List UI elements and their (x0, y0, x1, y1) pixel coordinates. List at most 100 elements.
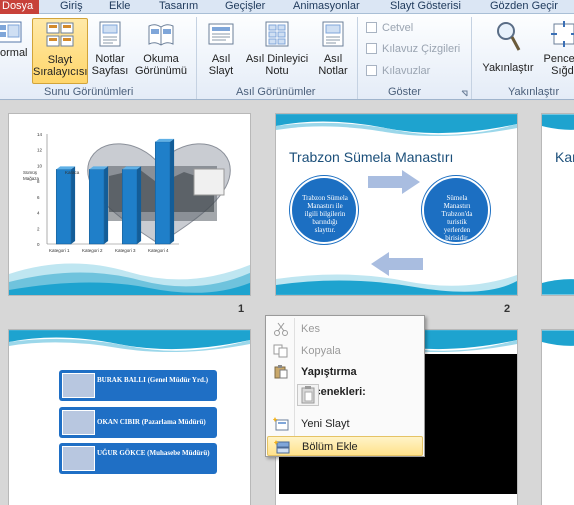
org-box-3-text: UĞUR GÖKCE (Muhasebe Müdürü) (97, 449, 210, 457)
chart-y-tick: 6 (37, 195, 40, 200)
chart-bar (55, 169, 72, 245)
chart-bar (154, 141, 171, 245)
group-label-sunum: Sunu Görünümleri (44, 86, 134, 98)
chart-x-label: Kategori 4 (148, 248, 169, 253)
slide-number-1: 1 (238, 303, 245, 315)
handout-master-icon (265, 21, 289, 47)
chart-y-tick: 14 (37, 132, 43, 137)
photo-placeholder (62, 373, 95, 398)
tab-slayt-gosterisi[interactable]: Slayt Gösterisi (390, 0, 461, 14)
menu-item-kes-label: Kes (301, 323, 320, 335)
normal-view-button[interactable]: ormal (0, 20, 32, 59)
org-box-1: BURAK BALLI (Genel Müdür Yrd.) (59, 370, 217, 401)
slide-wave-bottom (276, 274, 517, 295)
slide-wave-bottom (542, 279, 574, 295)
reading-view-label-1: Okuma (143, 53, 179, 65)
tab-dosya[interactable]: Dosya (0, 0, 40, 14)
tab-gecisler[interactable]: Geçişler (225, 0, 265, 14)
slide-2-title: Trabzon Sümela Manastırı (289, 149, 454, 165)
menu-item-kopyala[interactable]: Kopyala (267, 341, 423, 361)
group-label-goster: Göster (388, 86, 422, 98)
svg-text:Mağaza: Mağaza (23, 176, 40, 181)
chart-bar-side (71, 166, 76, 244)
chart-y-tick: 4 (37, 211, 40, 216)
magnifier-icon (497, 22, 521, 51)
tab-gozden-gecir[interactable]: Gözden Geçir (490, 0, 558, 14)
reading-view-label-2: Görünümü (135, 65, 187, 77)
chart-slide-graphic: 14121086420 Kategori 1 Kategori 2 Kategori… (9, 132, 250, 295)
chart-bar-side (137, 166, 142, 244)
group-label-asil: Asıl Görünümler (236, 86, 316, 98)
ribbon-tab-bar: Dosya Giriş Ekle Tasarım Geçişler Animas… (0, 0, 574, 14)
ribbon-separator (196, 17, 197, 99)
checkbox-kilavuz-cizgileri[interactable]: Kılavuz Çizgileri (366, 43, 460, 55)
slide-master-icon (208, 23, 234, 45)
slide-2-left-circle: Trabzon Sümela Manastırı ile ilgili bilg… (290, 176, 358, 244)
group-label-yakinlastir: Yakınlaştır (508, 86, 560, 98)
paste-option-button[interactable] (297, 384, 319, 406)
chart-x-label: Kategori 1 (49, 248, 70, 253)
notes-master-label-2: Notlar (318, 65, 348, 77)
slide-number-2: 2 (504, 303, 511, 315)
slide-3-title: Kar (555, 149, 574, 165)
paste-keep-formatting-icon (301, 386, 315, 404)
normal-view-label: ormal (0, 47, 28, 59)
slide-wave-top (276, 114, 517, 136)
tab-ekle[interactable]: Ekle (109, 0, 130, 14)
zoom-button[interactable]: Yakınlaştır (477, 20, 539, 74)
new-slide-icon (273, 417, 289, 431)
menu-item-kes[interactable]: Kes (267, 319, 423, 339)
chart-x-label: Kategori 2 (82, 248, 103, 253)
reading-view-button[interactable]: Okuma Görünümü (132, 21, 190, 77)
menu-item-bolum-ekle[interactable]: Bölüm Ekle (267, 436, 423, 456)
photo-placeholder (62, 410, 95, 435)
ribbon-separator (357, 17, 358, 99)
slide-2-right-circle: Sümela Manastırı Trabzon'da turistik yer… (422, 176, 490, 244)
dialog-launcher-icon[interactable] (461, 90, 468, 97)
notes-master-label-1: Asıl (323, 53, 343, 65)
chart-x-label: Kategori 3 (115, 248, 136, 253)
tab-tasarim[interactable]: Tasarım (159, 0, 198, 14)
fit-window-label-2: Sığdı (551, 65, 574, 77)
tab-giris[interactable]: Giriş (60, 0, 83, 14)
slide-thumbnail-4[interactable]: BURAK BALLI (Genel Müdür Yrd.) OKAN CIBI… (8, 329, 251, 505)
menu-item-yeni-slayt-label: Yeni Slayt (301, 418, 350, 430)
checkbox-kilavuzlar-label: Kılavuzlar (382, 65, 431, 77)
slide-thumbnail-3[interactable]: Kar (541, 113, 574, 296)
fit-window-icon (551, 21, 574, 47)
fit-to-window-button[interactable]: Pencere Sığdı (538, 21, 574, 77)
menu-item-kopyala-label: Kopyala (301, 345, 341, 357)
notes-master-button[interactable]: Asıl Notlar (314, 21, 352, 77)
slide-master-button[interactable]: Asıl Slayt (202, 21, 240, 77)
slide-2-right-circle-text: Sümela Manastırı Trabzon'da turistik yer… (441, 194, 473, 242)
slide-master-label-1: Asıl (211, 53, 231, 65)
checkbox-kilavuz-cizgileri-label: Kılavuz Çizgileri (382, 43, 461, 55)
slide-thumbnail-6[interactable] (541, 329, 574, 505)
photo-placeholder (62, 446, 95, 471)
chart-bar (121, 169, 138, 245)
reading-view-icon (148, 24, 174, 46)
slide-sorter-button[interactable]: Slayt Sıralayıcısı (32, 18, 88, 84)
notes-page-button[interactable]: Notlar Sayfası (90, 21, 130, 77)
checkbox-cetvel[interactable]: Cetvel (366, 22, 413, 34)
org-box-2: OKAN CIBIR (Pazarlama Müdürü) (59, 407, 217, 438)
menu-item-yapistirma-label: Yapıştırma Seçenekleri: (301, 366, 366, 398)
slide-thumbnail-1[interactable]: 14 12 10 8 6 4 2 0 Kategori 1 Kategori 2 Kategori… (8, 113, 251, 296)
checkbox-icon (366, 43, 377, 54)
menu-item-yeni-slayt[interactable]: Yeni Slayt (267, 414, 423, 434)
handout-master-button[interactable]: Asıl Dinleyici Notu (243, 21, 311, 77)
context-menu: Kes Kopyala Yapıştırma Seçenekleri: Yeni… (265, 315, 425, 457)
slide-master-label-2: Slayt (208, 65, 234, 77)
tab-animasyonlar[interactable]: Animasyonlar (293, 0, 360, 14)
checkbox-kilavuzlar[interactable]: Kılavuzlar (366, 65, 430, 77)
slide-sorter-label-2: Sıralayıcısı (33, 66, 88, 78)
checkbox-icon (366, 22, 377, 33)
paste-icon (274, 365, 288, 379)
handout-master-label-1: Asıl Dinleyici (245, 53, 309, 65)
slide-thumbnail-2[interactable]: Trabzon Sümela Manastırı Trabzon Sümela … (275, 113, 518, 296)
ribbon-separator (471, 17, 472, 99)
copy-icon (273, 344, 288, 358)
slide-wave-top (542, 330, 574, 346)
slide-sorter-icon (46, 22, 74, 47)
org-box-2-text: OKAN CIBIR (Pazarlama Müdürü) (97, 418, 206, 426)
